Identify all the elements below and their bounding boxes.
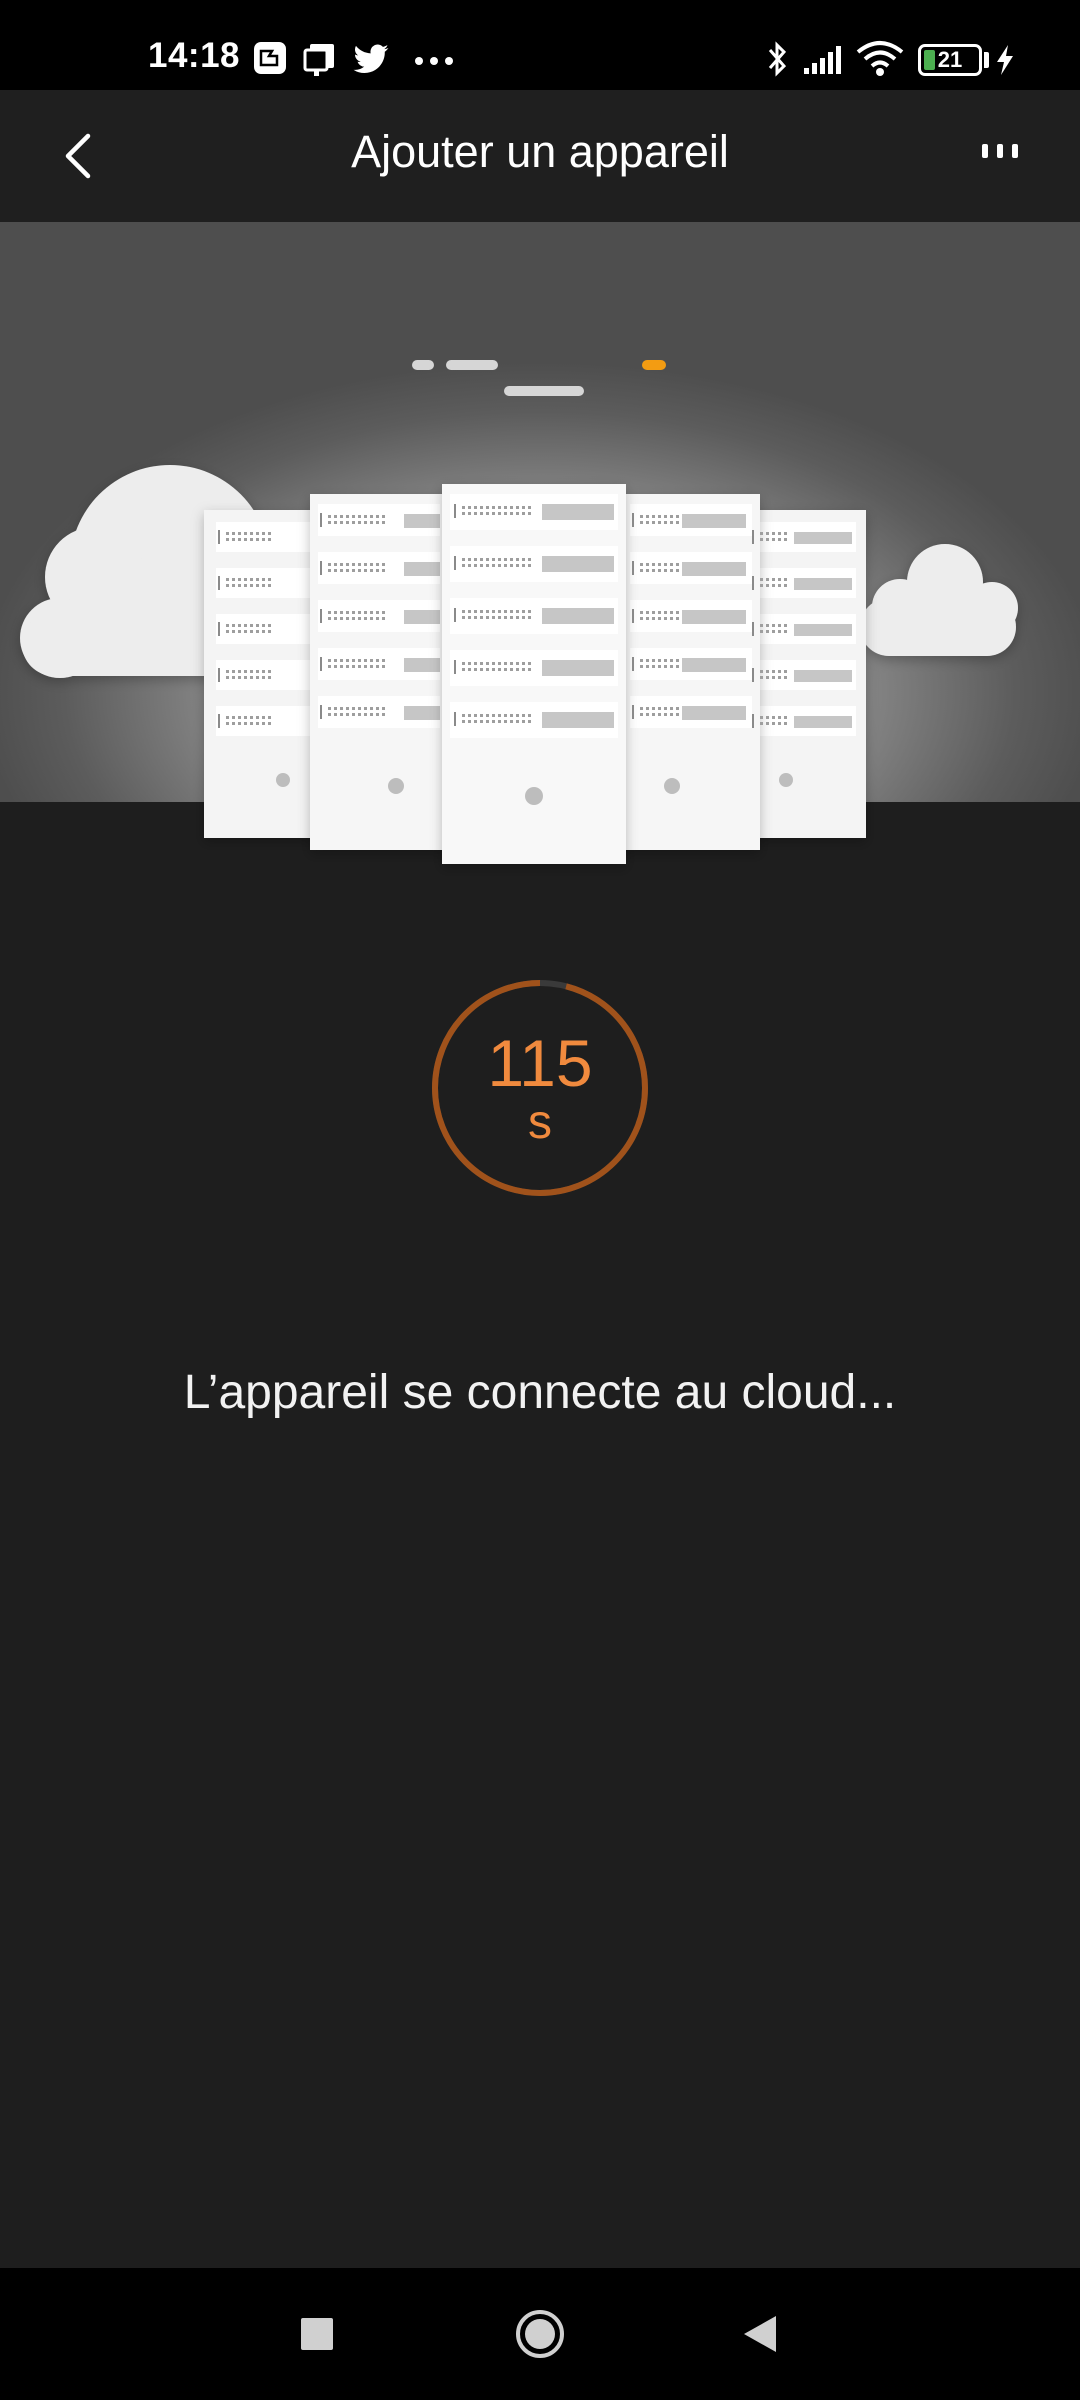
square-icon bbox=[301, 2318, 333, 2350]
bluetooth-icon bbox=[766, 40, 790, 78]
server-rack-far-left bbox=[204, 510, 324, 838]
signal-icon bbox=[802, 44, 844, 76]
back-button[interactable] bbox=[52, 124, 116, 188]
page-title: Ajouter un appareil bbox=[351, 126, 729, 177]
server-rack-left bbox=[310, 494, 446, 850]
battery-tip bbox=[984, 52, 989, 68]
device-notification-icon bbox=[302, 40, 340, 78]
twitter-icon bbox=[352, 44, 390, 76]
home-button[interactable] bbox=[510, 2304, 570, 2364]
decorative-dashes bbox=[412, 360, 666, 396]
server-rack-right bbox=[622, 494, 760, 850]
triangle-back-icon bbox=[744, 2316, 776, 2352]
countdown-timer: 115 s bbox=[430, 978, 650, 1198]
wifi-icon bbox=[856, 40, 904, 78]
cloud-right-icon bbox=[860, 544, 1018, 656]
charging-icon bbox=[994, 44, 1016, 76]
more-notifications-icon bbox=[414, 56, 454, 66]
app-bar: Ajouter un appareil bbox=[0, 90, 1080, 222]
status-time: 14:18 bbox=[148, 36, 241, 75]
server-rack-center bbox=[442, 484, 626, 864]
chevron-left-icon bbox=[65, 133, 91, 179]
system-nav-bar bbox=[0, 2268, 1080, 2400]
connection-status-message: L’appareil se connecte au cloud... bbox=[183, 1366, 897, 1419]
countdown-unit: s bbox=[528, 1096, 552, 1149]
status-bar: 14:18 21 bbox=[0, 0, 1080, 90]
gallery-notification-icon bbox=[252, 40, 288, 76]
recents-button[interactable] bbox=[286, 2304, 346, 2364]
nav-back-button[interactable] bbox=[732, 2304, 792, 2364]
battery-level: 21 bbox=[937, 47, 963, 72]
circle-icon bbox=[516, 2310, 564, 2358]
battery-icon: 21 bbox=[918, 44, 982, 76]
more-button[interactable] bbox=[968, 136, 1032, 176]
accent-dash bbox=[642, 360, 666, 370]
countdown-value: 115 bbox=[487, 1026, 593, 1100]
server-cloud-illustration bbox=[20, 360, 1018, 864]
more-vertical-icon bbox=[982, 144, 1018, 158]
